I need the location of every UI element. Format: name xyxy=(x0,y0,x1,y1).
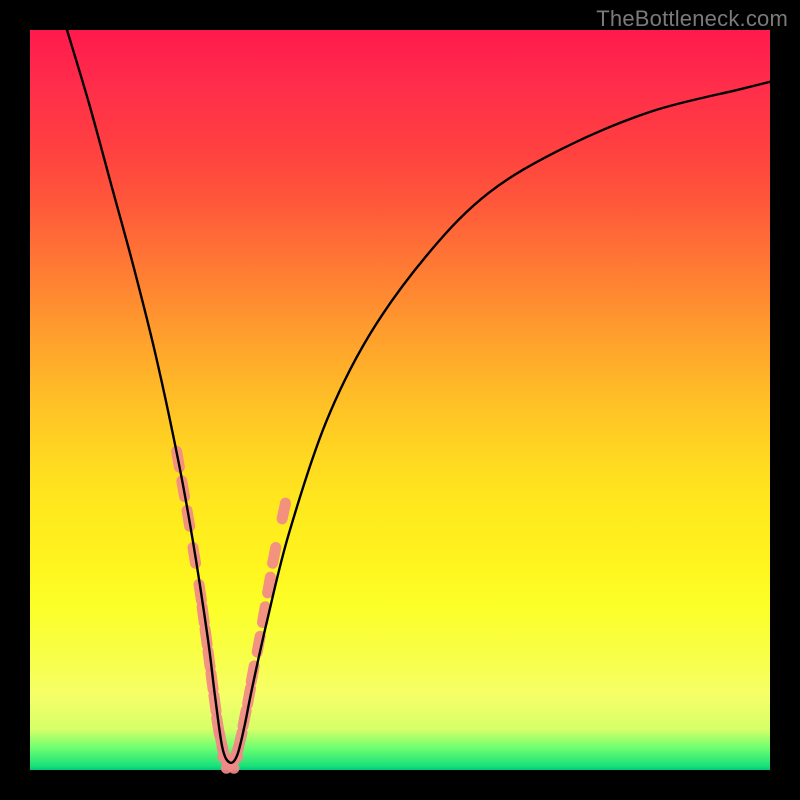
marker-capsule xyxy=(268,577,271,593)
marker-capsule xyxy=(262,607,265,623)
watermark-text: TheBottleneck.com xyxy=(596,6,788,32)
chart-svg xyxy=(30,30,770,770)
chart-frame: TheBottleneck.com xyxy=(0,0,800,800)
marker-capsule xyxy=(282,503,285,519)
marker-capsule xyxy=(273,548,276,564)
bottleneck-curve xyxy=(67,30,770,763)
